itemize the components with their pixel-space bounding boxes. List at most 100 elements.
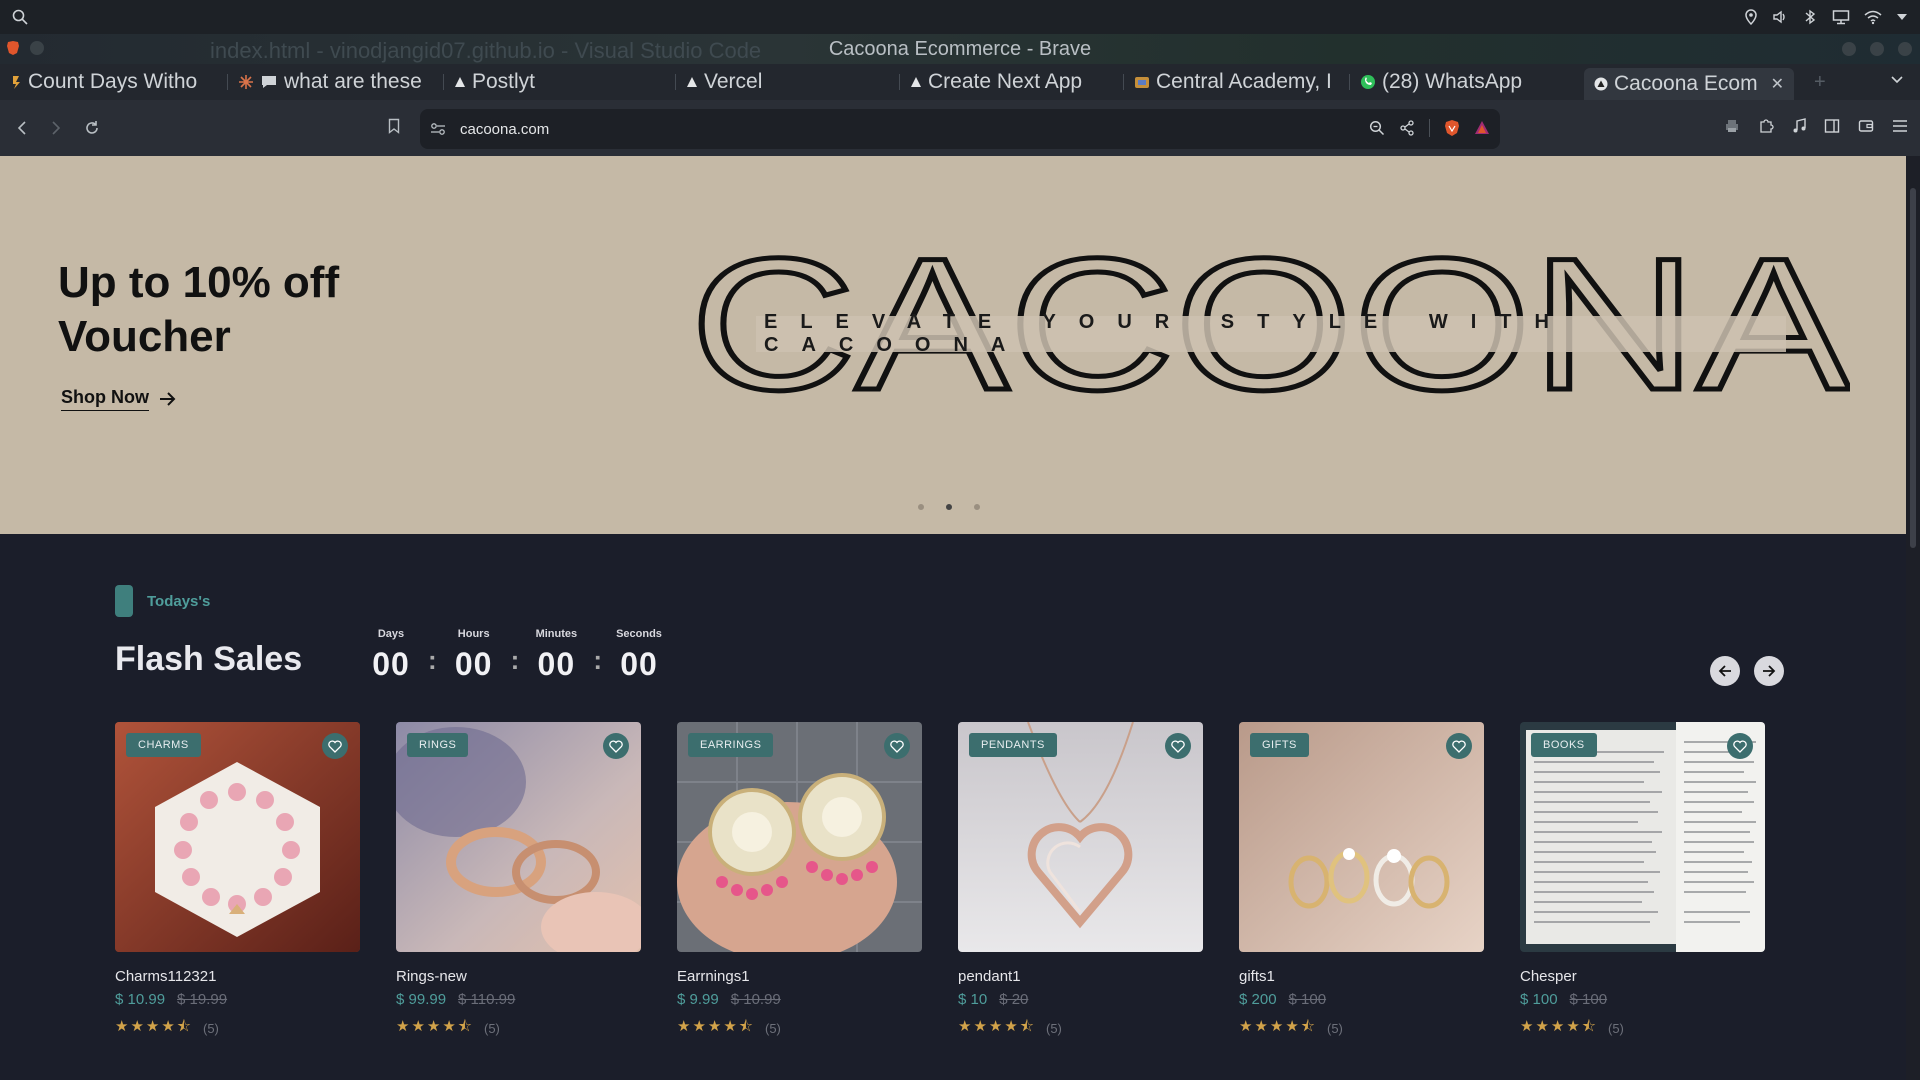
menu-icon[interactable]: [1892, 118, 1908, 134]
product-name[interactable]: Chesper: [1520, 968, 1765, 985]
star-rating-icon: ★★★★⯪: [1239, 1018, 1317, 1035]
wishlist-heart-icon[interactable]: [1446, 733, 1472, 759]
tab-create-next-app[interactable]: Create Next App: [900, 64, 1124, 100]
volume-icon[interactable]: [1772, 9, 1788, 25]
product-image-earrings[interactable]: EARRINGS: [677, 722, 922, 952]
forward-icon[interactable]: [50, 120, 62, 136]
countdown-unit: Hours: [457, 628, 490, 640]
scrollbar-thumb[interactable]: [1910, 188, 1916, 548]
carousel-dot-1[interactable]: [918, 504, 924, 510]
bluetooth-icon[interactable]: [1802, 9, 1818, 25]
next-button[interactable]: [1754, 656, 1784, 686]
product-old-price: $ 100: [1288, 991, 1327, 1008]
product-prices: $ 99.99 $ 110.99: [396, 991, 641, 1008]
carousel-dot-2[interactable]: [946, 504, 952, 510]
wishlist-heart-icon[interactable]: [884, 733, 910, 759]
bookmark-icon[interactable]: [388, 118, 400, 134]
search-icon[interactable]: [12, 9, 28, 25]
tab-list-chevron-icon[interactable]: [1890, 72, 1904, 86]
url-bar[interactable]: cacoona.com: [420, 109, 1500, 149]
product-price: $ 200: [1239, 991, 1277, 1008]
product-rating: ★★★★⯪ (5): [677, 1016, 922, 1041]
product-prices: $ 100 $ 100: [1520, 991, 1765, 1008]
product-price: $ 10.99: [115, 991, 166, 1008]
display-icon[interactable]: [1832, 9, 1850, 25]
product-old-price: $ 100: [1569, 991, 1608, 1008]
share-icon[interactable]: [1399, 120, 1415, 136]
tab-whatsapp[interactable]: (28) WhatsApp: [1350, 64, 1576, 100]
new-tab-button[interactable]: +: [1814, 71, 1826, 94]
product-image-gift-rings[interactable]: GIFTS: [1239, 722, 1484, 952]
music-icon[interactable]: [1792, 118, 1806, 134]
page-scrollbar[interactable]: [1906, 156, 1920, 1080]
background-window-title: index.html - vinodjangid07.github.io - V…: [210, 38, 762, 63]
arrow-right-icon: [159, 391, 177, 407]
product-name[interactable]: Earrnings1: [677, 968, 922, 985]
product-name[interactable]: gifts1: [1239, 968, 1484, 985]
shop-now-link[interactable]: Shop Now: [61, 387, 177, 411]
back-icon[interactable]: [16, 120, 28, 136]
vercel-icon: [1594, 77, 1608, 91]
carousel-dot-3[interactable]: [974, 504, 980, 510]
countdown-timer: Days 00 : Hours 00 : Minutes 00 : Second…: [362, 628, 668, 683]
review-count: (5): [765, 1021, 781, 1036]
wifi-icon[interactable]: [1864, 9, 1882, 25]
tab-vercel[interactable]: Vercel: [676, 64, 900, 100]
sidebar-icon[interactable]: [1824, 118, 1840, 134]
tab-what-are-these[interactable]: what are these: [228, 64, 444, 100]
product-card[interactable]: EARRINGS Earrnings1 $ 9.99 $ 10.99 ★★★★⯪ (…: [677, 722, 922, 1041]
product-name[interactable]: pendant1: [958, 968, 1203, 985]
product-old-price: $ 20: [999, 991, 1029, 1008]
tab-cacoona-active[interactable]: Cacoona Ecomm ✕: [1584, 68, 1794, 100]
tab-label: Create Next App: [928, 70, 1083, 93]
product-price: $ 10: [958, 991, 988, 1008]
extensions-icon[interactable]: [1758, 118, 1774, 134]
prev-button[interactable]: [1710, 656, 1740, 686]
tab-bar: Count Days Witho what are these Postlyt …: [0, 64, 1920, 100]
reload-icon[interactable]: [84, 120, 100, 136]
maximize-button[interactable]: [1870, 42, 1884, 56]
brave-shields-icon[interactable]: [1444, 119, 1460, 137]
product-image-documents[interactable]: BOOKS: [1520, 722, 1765, 952]
product-card[interactable]: GIFTS gifts1 $ 200 $ 100 ★★★★⯪ (5): [1239, 722, 1484, 1041]
printer-icon[interactable]: [1724, 118, 1740, 134]
minimize-button[interactable]: [1842, 42, 1856, 56]
category-badge: PENDANTS: [969, 733, 1057, 757]
product-name[interactable]: Rings-new: [396, 968, 641, 985]
wishlist-heart-icon[interactable]: [1165, 733, 1191, 759]
tab-central-academy[interactable]: Central Academy, I: [1124, 64, 1350, 100]
url-text[interactable]: cacoona.com: [460, 121, 549, 138]
brave-rewards-icon[interactable]: [1474, 120, 1490, 136]
review-count: (5): [1327, 1021, 1343, 1036]
product-rating: ★★★★⯪ (5): [958, 1016, 1203, 1041]
product-card[interactable]: RINGS Rings-new $ 99.99 $ 110.99 ★★★★⯪ (5): [396, 722, 641, 1041]
product-card[interactable]: CHARMS Charms112321 $ 10.99 $ 19.99 ★★★★⯪…: [115, 722, 360, 1041]
wishlist-heart-icon[interactable]: [603, 733, 629, 759]
chevron-down-icon[interactable]: [1896, 12, 1908, 22]
zoom-icon[interactable]: [1369, 120, 1385, 136]
tab-label: (28) WhatsApp: [1382, 70, 1523, 93]
countdown-hours: Hours 00: [445, 628, 503, 683]
product-old-price: $ 10.99: [730, 991, 781, 1008]
wallet-icon[interactable]: [1858, 118, 1874, 134]
tab-postlyt[interactable]: Postlyt: [444, 64, 676, 100]
product-image-bracelet[interactable]: CHARMS: [115, 722, 360, 952]
close-tab-icon[interactable]: ✕: [1771, 74, 1784, 94]
tab-count-days[interactable]: Count Days Witho: [0, 64, 228, 100]
site-settings-icon[interactable]: [430, 122, 446, 136]
product-card[interactable]: BOOKS Chesper $ 100 $ 100 ★★★★⯪ (5): [1520, 722, 1765, 1041]
wishlist-heart-icon[interactable]: [322, 733, 348, 759]
star-rating-icon: ★★★★⯪: [115, 1018, 193, 1035]
star-rating-icon: ★★★★⯪: [396, 1018, 474, 1035]
vercel-icon: [910, 76, 922, 88]
product-card[interactable]: PENDANTS pendant1 $ 10 $ 20 ★★★★⯪ (5): [958, 722, 1203, 1041]
countdown-seconds: Seconds 00: [610, 628, 668, 683]
product-image-pendant[interactable]: PENDANTS: [958, 722, 1203, 952]
close-window-button[interactable]: [1898, 42, 1912, 56]
section-label: Todays's: [147, 592, 211, 610]
location-icon[interactable]: [1744, 9, 1758, 25]
product-image-rings[interactable]: RINGS: [396, 722, 641, 952]
product-name[interactable]: Charms112321: [115, 968, 360, 985]
product-rating: ★★★★⯪ (5): [1239, 1016, 1484, 1041]
wishlist-heart-icon[interactable]: [1727, 733, 1753, 759]
